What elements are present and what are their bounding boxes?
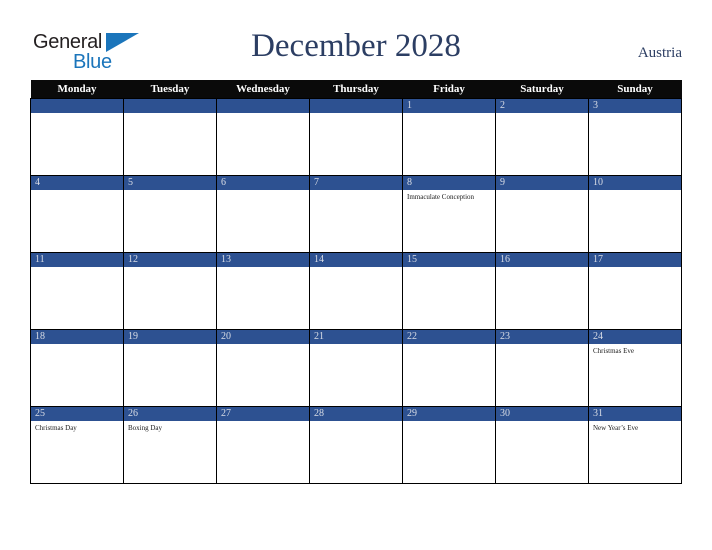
day-number: 21 [310,330,402,344]
calendar-day-cell-3[interactable]: 3 [588,98,682,176]
event-label: Boxing Day [128,424,163,432]
calendar-day-cell-7[interactable]: 7 [309,175,403,253]
day-number: 3 [589,99,681,113]
day-events: Boxing Day [124,421,216,433]
calendar-day-cell-16[interactable]: 16 [495,252,589,330]
day-number: 16 [496,253,588,267]
calendar-day-cell-23[interactable]: 23 [495,329,589,407]
day-number: 9 [496,176,588,190]
day-number: 23 [496,330,588,344]
calendar-day-cell-29[interactable]: 29 [402,406,496,484]
calendar-day-cell-4[interactable]: 4 [30,175,124,253]
calendar-week-row: 25 Christmas Day 26 Boxing Day 27 28 29 30 31 New… [30,406,682,484]
calendar-week-row: 123 [30,98,682,176]
event-label: Immaculate Conception [407,193,475,201]
day-number: 12 [124,253,216,267]
calendar-day-cell-21[interactable]: 21 [309,329,403,407]
day-number: 1 [403,99,495,113]
weekday-header-monday: Monday [30,80,124,99]
calendar-day-cell-26[interactable]: 26 Boxing Day [123,406,217,484]
day-number: 4 [31,176,123,190]
day-number: 30 [496,407,588,421]
day-number: 18 [31,330,123,344]
calendar-day-cell-13[interactable]: 13 [216,252,310,330]
calendar-grid: Monday Tuesday Wednesday Thursday Friday Satu… [30,80,682,484]
day-number: 29 [403,407,495,421]
day-number: 24 [589,330,681,344]
calendar-day-cell-9[interactable]: 9 [495,175,589,253]
calendar-day-cell-empty [309,98,403,176]
calendar-day-cell-30[interactable]: 30 [495,406,589,484]
day-number: 25 [31,407,123,421]
weekday-header-thursday: Thursday [309,80,403,99]
calendar-day-cell-10[interactable]: 10 [588,175,682,253]
calendar-day-cell-15[interactable]: 15 [402,252,496,330]
day-number: 2 [496,99,588,113]
day-number: 20 [217,330,309,344]
page-header: General Blue December 2028 Austria [0,0,712,80]
weekday-header-friday: Friday [402,80,496,99]
calendar-day-cell-28[interactable]: 28 [309,406,403,484]
day-number: 22 [403,330,495,344]
day-number: 7 [310,176,402,190]
calendar-body: 1 2 3 4 5 6 7 8 Immaculate Conception 9 10 11 12 13 14… [30,98,682,484]
day-number: 11 [31,253,123,267]
day-number: 26 [124,407,216,421]
day-number: 31 [589,407,681,421]
page-title: December 2028 [251,28,461,64]
day-number: 15 [403,253,495,267]
day-events: Christmas Eve [589,344,681,356]
event-label: New Year’s Eve [593,424,639,432]
weekday-header-tuesday: Tuesday [123,80,217,99]
day-number: 27 [217,407,309,421]
day-number [217,99,309,113]
day-number [124,99,216,113]
day-number: 6 [217,176,309,190]
event-label: Christmas Eve [593,347,635,355]
day-events: Immaculate Conception [403,190,495,202]
weekday-header-wednesday: Wednesday [216,80,310,99]
calendar-day-cell-24[interactable]: 24 Christmas Eve [588,329,682,407]
calendar-day-cell-11[interactable]: 11 [30,252,124,330]
calendar-day-cell-18[interactable]: 18 [30,329,124,407]
day-number: 8 [403,176,495,190]
calendar-day-cell-1[interactable]: 1 [402,98,496,176]
calendar-day-cell-19[interactable]: 19 [123,329,217,407]
day-number: 5 [124,176,216,190]
event-label: Christmas Day [35,424,77,432]
calendar-day-cell-12[interactable]: 12 [123,252,217,330]
calendar-week-row: 18 19 20 21 22 23 24 Christmas Eve [30,329,682,407]
day-number: 10 [589,176,681,190]
day-number [310,99,402,113]
day-number [31,99,123,113]
day-number: 13 [217,253,309,267]
weekday-header-saturday: Saturday [495,80,589,99]
country-label: Austria [637,45,682,61]
weekday-header-sunday: Sunday [588,80,682,99]
day-number: 17 [589,253,681,267]
calendar-day-cell-20[interactable]: 20 [216,329,310,407]
day-events: New Year’s Eve [589,421,681,433]
calendar-day-cell-empty [216,98,310,176]
calendar-week-row: 4 5 6 7 8 Immaculate Conception 9 10 [30,175,682,253]
calendar-day-cell-17[interactable]: 17 [588,252,682,330]
weekday-header-row: Monday Tuesday Wednesday Thursday Friday Satu… [30,80,682,99]
calendar-week-row: 11 12 13 14 15 16 17 [30,252,682,330]
calendar-day-cell-25[interactable]: 25 Christmas Day [30,406,124,484]
calendar-day-cell-8[interactable]: 8 Immaculate Conception [402,175,496,253]
calendar-day-cell-14[interactable]: 14 [309,252,403,330]
day-number: 19 [124,330,216,344]
calendar-day-cell-empty [123,98,217,176]
day-number: 28 [310,407,402,421]
calendar-day-cell-5[interactable]: 5 [123,175,217,253]
calendar-day-cell-6[interactable]: 6 [216,175,310,253]
calendar-day-cell-31[interactable]: 31 New Year’s Eve [588,406,682,484]
calendar-day-cell-empty [30,98,124,176]
day-events: Christmas Day [31,421,123,433]
calendar-day-cell-2[interactable]: 2 [495,98,589,176]
day-number: 14 [310,253,402,267]
calendar-day-cell-27[interactable]: 27 [216,406,310,484]
calendar-day-cell-22[interactable]: 22 [402,329,496,407]
